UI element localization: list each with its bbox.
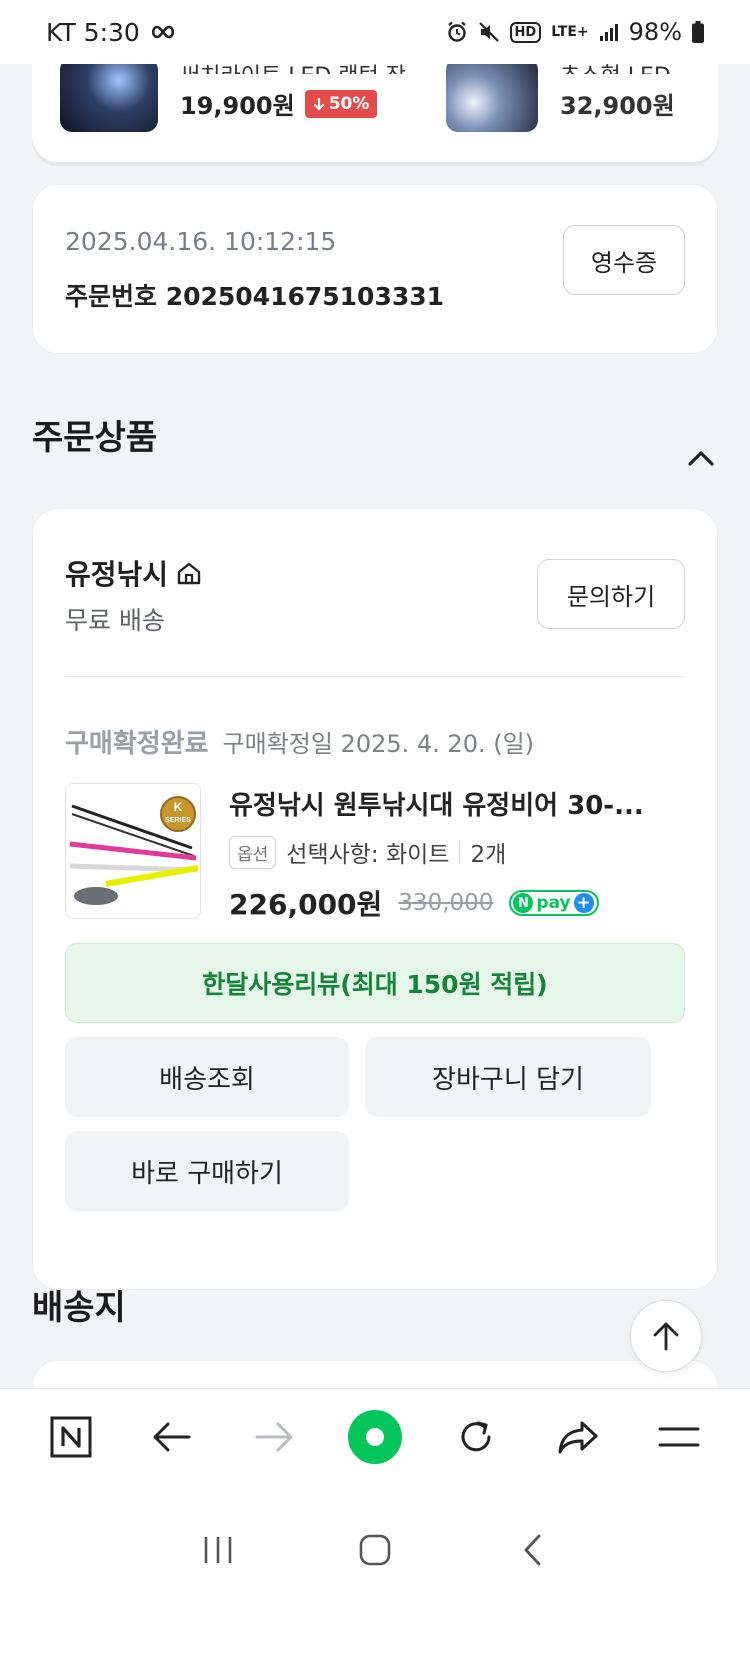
add-to-cart-button[interactable]: 장바구니 담기: [365, 1037, 651, 1117]
buy-now-button[interactable]: 바로 구매하기: [65, 1131, 349, 1211]
battery-icon: [692, 21, 704, 43]
reco-price: 19,900원: [180, 92, 295, 120]
recent-apps-icon[interactable]: [188, 1520, 248, 1580]
green-dot-icon[interactable]: [345, 1407, 405, 1467]
carrier-time: KT 5:30: [46, 17, 140, 47]
review-button[interactable]: 한달사용리뷰(최대 150원 적립): [65, 943, 685, 1023]
option-text: 선택사항: 화이트: [286, 842, 450, 868]
battery-percent: 98%: [628, 18, 682, 46]
price-row: 226,000원 330,000 N pay +: [229, 883, 599, 923]
naver-home-icon[interactable]: [41, 1407, 101, 1467]
forward-arrow-icon[interactable]: [244, 1407, 304, 1467]
npay-plus-badge: N pay +: [509, 890, 599, 916]
order-datetime: 2025.04.16. 10:12:15: [65, 227, 337, 256]
plus-icon: +: [573, 893, 594, 913]
scroll-to-top-button[interactable]: [630, 1300, 702, 1372]
product-title[interactable]: 유정낚시 원투낚시대 유정비어 30-...: [229, 785, 689, 822]
hd-icon: HD: [509, 21, 542, 43]
inquire-button[interactable]: 문의하기: [537, 559, 685, 629]
arrow-down-icon: [313, 97, 324, 111]
back-icon[interactable]: [502, 1520, 562, 1580]
share-icon[interactable]: [548, 1407, 608, 1467]
npay-text: pay: [536, 893, 571, 913]
status-bar: KT 5:30 HD LTE+ 98%: [0, 0, 750, 64]
store-home-icon: [177, 562, 201, 585]
status-label: 구매확정완료: [65, 729, 209, 759]
order-number: 주문번호 2025041675103331: [65, 282, 445, 311]
original-price: 330,000: [398, 890, 494, 916]
signal-icon: [599, 22, 619, 42]
seller-name-row[interactable]: 유정낚시: [65, 553, 202, 593]
thumb-badge-top: K: [174, 800, 183, 814]
discount-badge: 50%: [304, 89, 378, 118]
purchase-status: 구매확정완료 구매확정일 2025. 4. 20. (일): [65, 723, 534, 760]
arrow-up-icon: [653, 1322, 679, 1351]
status-right: HD LTE+ 98%: [446, 18, 704, 46]
seller-name: 유정낚시: [65, 558, 169, 591]
product-thumbnail[interactable]: K SERIES: [65, 783, 201, 919]
reco-price: 32,900원: [560, 92, 675, 120]
system-navigation-bar: [0, 1484, 750, 1667]
shipping-note: 무료 배송: [65, 606, 165, 635]
npay-n-icon: N: [513, 893, 534, 913]
back-arrow-icon[interactable]: [142, 1407, 202, 1467]
reco-thumbnail: [446, 58, 538, 132]
menu-icon[interactable]: [649, 1407, 709, 1467]
ordered-products-card: 유정낚시 무료 배송 문의하기 구매확정완료 구매확정일 2025. 4. 20…: [32, 508, 718, 1290]
reco-item[interactable]: 써치라이트 LED 랜턴 작... 19,900원 50%: [60, 58, 420, 132]
quantity: 2개: [470, 842, 507, 868]
infinity-icon: [150, 24, 176, 40]
thumb-badge-bottom: SERIES: [165, 817, 191, 824]
lte-icon: LTE+: [551, 24, 589, 40]
receipt-button[interactable]: 영수증: [563, 225, 685, 295]
option-separator: [459, 841, 461, 863]
status-date: 구매확정일 2025. 4. 20. (일): [222, 730, 535, 758]
chevron-up-icon[interactable]: [686, 444, 716, 474]
order-info-card: 2025.04.16. 10:12:15 주문번호 20250416751033…: [32, 184, 718, 354]
option-row: 옵션 선택사항: 화이트 2개: [229, 835, 506, 869]
mute-icon: [478, 21, 500, 43]
browser-toolbar: [0, 1388, 750, 1484]
status-left: KT 5:30: [46, 18, 176, 47]
product-price: 226,000원: [229, 888, 383, 921]
ordered-products-title: 주문상품: [32, 418, 158, 458]
reco-thumbnail: [60, 58, 158, 132]
home-icon[interactable]: [345, 1520, 405, 1580]
shipping-address-title: 배송지: [32, 1288, 126, 1328]
fishing-rod-image: K SERIES: [66, 784, 200, 918]
option-badge: 옵션: [229, 835, 277, 869]
discount-value: 50%: [328, 93, 370, 114]
divider: [65, 676, 685, 677]
alarm-icon: [446, 21, 468, 43]
refresh-icon[interactable]: [446, 1407, 506, 1467]
reco-item[interactable]: 초소형 LED 손전등 32,900원: [446, 58, 680, 132]
track-delivery-button[interactable]: 배송조회: [65, 1037, 349, 1117]
